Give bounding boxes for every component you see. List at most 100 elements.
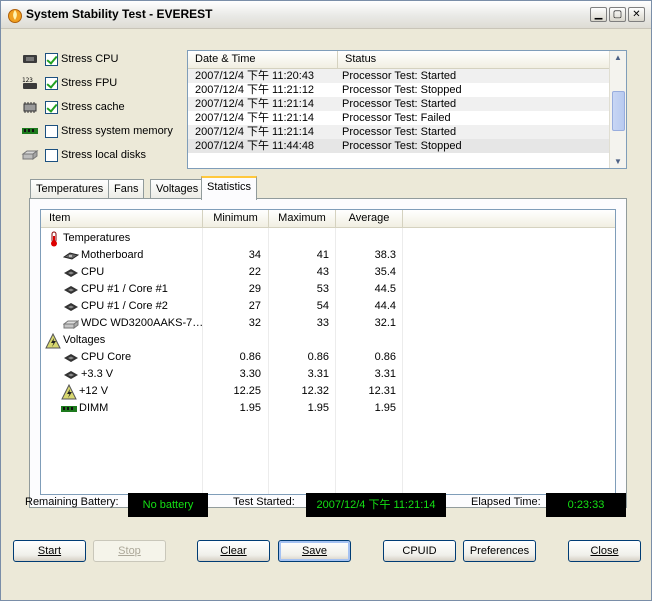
close-window-button[interactable]: ✕: [628, 7, 645, 22]
stress-cpu-option[interactable]: Stress CPU: [21, 50, 118, 68]
save-button[interactable]: Save: [278, 540, 351, 562]
stats-header-item[interactable]: Item: [41, 210, 203, 227]
stats-row[interactable]: +12 V 12.25 12.32 12.31: [41, 383, 615, 400]
stats-max: 43: [316, 266, 329, 278]
scroll-thumb[interactable]: [612, 91, 625, 131]
stats-min: 12.25: [233, 385, 261, 397]
stats-min: 32: [248, 317, 261, 329]
stop-button[interactable]: Stop: [93, 540, 166, 562]
hard-disk-icon: [63, 319, 79, 329]
stress-memory-checkbox[interactable]: [45, 124, 58, 138]
stats-header-max[interactable]: Maximum: [269, 210, 336, 227]
stress-cache-option[interactable]: Stress cache: [21, 98, 125, 116]
stats-min: 34: [248, 249, 261, 261]
scroll-up-icon[interactable]: ▲: [614, 53, 622, 62]
stats-group-voltages[interactable]: Voltages: [41, 332, 615, 349]
log-status: Processor Test: Started: [342, 126, 457, 138]
stats-label: Motherboard: [81, 249, 144, 261]
log-row[interactable]: 2007/12/4 下午 11:21:12 Processor Test: St…: [188, 83, 626, 97]
cpu-chip-icon: [64, 302, 78, 311]
stats-label: +3.3 V: [81, 368, 114, 380]
stress-fpu-checkbox[interactable]: [45, 76, 58, 90]
preferences-button[interactable]: Preferences: [463, 540, 536, 562]
stress-fpu-option[interactable]: 123 Stress FPU: [21, 74, 117, 92]
log-row[interactable]: 2007/12/4 下午 11:44:48 Processor Test: St…: [188, 139, 626, 153]
log-date: 2007/12/4 下午 11:21:14: [195, 98, 315, 110]
stats-row[interactable]: +3.3 V 3.30 3.31 3.31: [41, 366, 615, 383]
minimize-icon: ▁: [594, 9, 603, 20]
stats-row[interactable]: CPU #1 / Core #2 27 54 44.4: [41, 298, 615, 315]
stats-avg: 32.1: [374, 317, 396, 329]
cpuid-button-label: CPUID: [402, 545, 437, 557]
maximize-button[interactable]: ▢: [609, 7, 626, 22]
clear-button[interactable]: Clear: [197, 540, 270, 562]
stats-row[interactable]: CPU Core 0.86 0.86 0.86: [41, 349, 615, 366]
clear-button-label: Clear: [220, 545, 247, 557]
log-status: Processor Test: Stopped: [342, 140, 462, 152]
statistics-list[interactable]: Item Minimum Maximum Average Temperature…: [40, 209, 616, 495]
cpu-chip-icon: [64, 353, 78, 362]
title-bar[interactable]: System Stability Test - EVEREST ▁ ▢ ✕: [1, 1, 651, 29]
stats-row[interactable]: CPU #1 / Core #1 29 53 44.5: [41, 281, 615, 298]
log-row[interactable]: 2007/12/4 下午 11:20:43 Processor Test: St…: [188, 69, 626, 83]
hard-disk-icon: [21, 150, 39, 160]
cpu-chip-icon: [23, 55, 37, 63]
app-window: System Stability Test - EVEREST ▁ ▢ ✕ St…: [0, 0, 652, 601]
stress-cache-checkbox[interactable]: [45, 100, 58, 114]
tab-temperatures[interactable]: Temperatures: [30, 179, 110, 199]
log-header-date[interactable]: Date & Time: [188, 51, 338, 68]
stats-max: 0.86: [307, 351, 329, 363]
stress-memory-label: Stress system memory: [61, 125, 173, 137]
minimize-button[interactable]: ▁: [590, 7, 607, 22]
event-log-list[interactable]: Date & Time Status 2007/12/4 下午 11:20:43…: [187, 50, 627, 169]
everest-flame-icon: [8, 9, 22, 23]
stress-cpu-checkbox[interactable]: [45, 52, 58, 66]
cpuid-button[interactable]: CPUID: [383, 540, 456, 562]
stress-disks-checkbox[interactable]: [45, 148, 58, 162]
stress-disks-option[interactable]: Stress local disks: [21, 146, 146, 164]
stats-avg: 35.4: [374, 266, 396, 278]
stats-row[interactable]: WDC WD3200AAKS-7… 32 33 32.1: [41, 315, 615, 332]
log-header-status[interactable]: Status: [338, 51, 610, 68]
stats-avg: 3.31: [374, 368, 396, 380]
close-button[interactable]: Close: [568, 540, 641, 562]
cpu-chip-icon: [64, 370, 78, 379]
memory-module-icon: [22, 128, 38, 134]
log-scrollbar[interactable]: ▲ ▼: [609, 51, 626, 168]
battery-value: No battery: [128, 493, 208, 517]
tab-statistics[interactable]: Statistics: [201, 176, 258, 200]
tab-fans[interactable]: Fans: [108, 179, 145, 199]
stats-max: 33: [316, 317, 329, 329]
motherboard-icon: [63, 251, 79, 260]
test-started-value: 2007/12/4 下午 11:21:14: [306, 493, 446, 517]
stats-row[interactable]: DIMM 1.95 1.95 1.95: [41, 400, 615, 417]
fpu-chip-icon: 123: [22, 77, 37, 89]
log-status: Processor Test: Failed: [342, 112, 451, 124]
log-row[interactable]: 2007/12/4 下午 11:21:14 Processor Test: St…: [188, 125, 626, 139]
stats-group-temperatures[interactable]: Temperatures: [41, 230, 615, 247]
stats-min: 27: [248, 300, 261, 312]
stats-label: CPU: [81, 266, 105, 278]
stress-fpu-label: Stress FPU: [61, 77, 118, 89]
log-row[interactable]: 2007/12/4 下午 11:21:14 Processor Test: Fa…: [188, 111, 626, 125]
stress-cache-label: Stress cache: [61, 101, 125, 113]
cpu-chip-icon: [64, 268, 78, 277]
maximize-icon: ▢: [612, 9, 623, 20]
stats-header-avg[interactable]: Average: [336, 210, 403, 227]
test-started-label: Test Started:: [233, 496, 295, 508]
close-icon: ✕: [632, 9, 641, 20]
stats-row[interactable]: Motherboard 34 41 38.3: [41, 247, 615, 264]
stats-min: 1.95: [239, 402, 261, 414]
stats-min: 3.30: [239, 368, 261, 380]
tab-voltages[interactable]: Voltages: [150, 179, 205, 199]
log-header: Date & Time Status: [188, 51, 626, 69]
stats-row[interactable]: CPU 22 43 35.4: [41, 264, 615, 281]
thermometer-icon: [51, 231, 57, 246]
statistics-panel: Item Minimum Maximum Average Temperature…: [29, 198, 627, 508]
stats-header-min[interactable]: Minimum: [203, 210, 269, 227]
stress-memory-option[interactable]: Stress system memory: [21, 122, 173, 140]
scroll-down-icon[interactable]: ▼: [614, 157, 622, 166]
preferences-button-label: Preferences: [469, 545, 530, 557]
log-row[interactable]: 2007/12/4 下午 11:21:14 Processor Test: St…: [188, 97, 626, 111]
start-button[interactable]: Start: [13, 540, 86, 562]
